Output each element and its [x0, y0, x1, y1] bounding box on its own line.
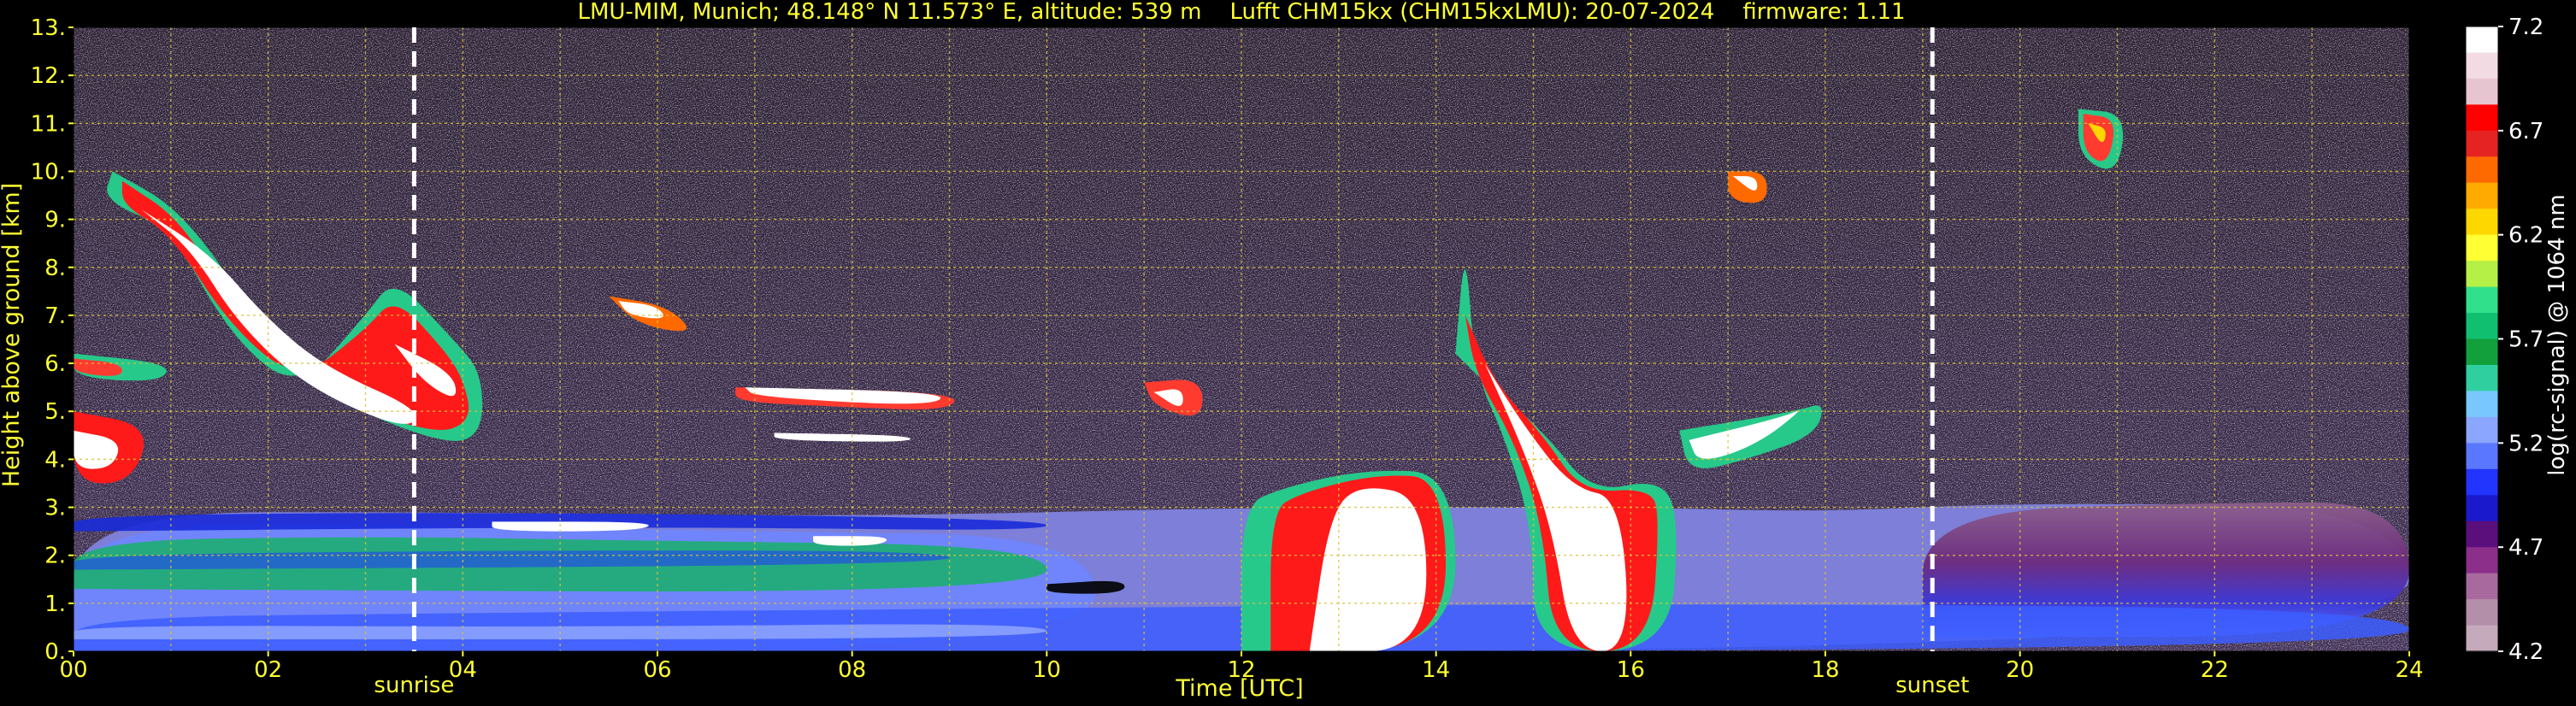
colorbar-segment [2466, 495, 2498, 522]
x-tick-label: 22 [2201, 657, 2229, 683]
colorbar-segment [2466, 234, 2498, 262]
y-tick-label: 13. [31, 15, 66, 41]
colorbar-segment [2466, 364, 2498, 392]
colorbar-segment [2466, 547, 2498, 574]
colorbar-segment [2466, 104, 2498, 132]
sunset-label: sunset [1895, 673, 1969, 698]
y-tick-label: 5. [44, 399, 66, 425]
colorbar-segment [2466, 338, 2498, 366]
colorbar-tick-label: 4.2 [2508, 639, 2544, 665]
y-tick-label: 4. [44, 447, 66, 473]
y-tick-label: 10. [31, 159, 66, 185]
colorbar-segment [2466, 443, 2498, 470]
colorbar-segment [2466, 261, 2498, 288]
x-tick-label: 10 [1033, 657, 1061, 683]
x-tick-label: 16 [1617, 657, 1645, 683]
colorbar-tick-label: 6.2 [2508, 223, 2544, 249]
y-tick-label: 2. [44, 544, 66, 569]
x-tick-label: 20 [2006, 657, 2034, 683]
colorbar-segment [2466, 209, 2498, 236]
colorbar-segment [2466, 286, 2498, 314]
y-tick-label: 6. [44, 351, 66, 377]
colorbar-segment [2466, 182, 2498, 209]
low-cloud-patch-0 [492, 521, 649, 532]
y-axis-label: Height above ground [km] [0, 183, 25, 487]
low-cloud-patch-1 [813, 536, 887, 546]
y-tick-label: 8. [44, 256, 66, 281]
x-tick-label: 04 [449, 657, 477, 683]
x-tick-label: 24 [2395, 657, 2423, 683]
colorbar-tick-label: 6.7 [2508, 119, 2544, 144]
colorbar-segment [2466, 391, 2498, 418]
x-tick-label: 00 [59, 657, 87, 683]
colorbar-segment [2466, 625, 2498, 652]
x-tick-label: 06 [643, 657, 671, 683]
y-tick-label: 9. [44, 208, 66, 233]
colorbar-segment [2466, 521, 2498, 548]
colorbar-segment [2466, 156, 2498, 184]
ceilometer-chart: sunrise sunset 0.1.2.3.4.5.6.7.8.9.10.11.… [0, 0, 2570, 702]
colorbar-tick-label: 5.2 [2508, 431, 2544, 456]
y-tick-label: 1. [44, 591, 66, 617]
sunrise-label: sunrise [374, 673, 454, 698]
colorbar-segment [2466, 599, 2498, 627]
chart-title: LMU-MIM, Munich; 48.148° N 11.573° E, al… [577, 0, 1905, 25]
colorbar-label: log(rc-signal) @ 1064 nm [2544, 194, 2570, 475]
y-tick-label: 12. [31, 63, 66, 89]
colorbar: 7.2 6.7 6.2 5.7 5.2 4.7 4.2 [2465, 15, 2544, 665]
x-tick-label: 02 [254, 657, 282, 683]
colorbar-segment [2466, 26, 2498, 54]
colorbar-segment [2466, 130, 2498, 157]
x-tick-label: 18 [1811, 657, 1839, 683]
y-tick-label: 7. [44, 303, 66, 329]
colorbar-segment [2466, 313, 2498, 340]
x-tick-label: 08 [838, 657, 866, 683]
colorbar-tick-label: 4.7 [2508, 535, 2544, 561]
colorbar-segment [2466, 78, 2498, 105]
colorbar-tick-label: 7.2 [2508, 15, 2544, 40]
x-tick-label: 14 [1422, 657, 1450, 683]
colorbar-segment [2466, 573, 2498, 600]
y-tick-label: 3. [44, 496, 66, 521]
y-axis: 0.1.2.3.4.5.6.7.8.9.10.11.12.13. [31, 15, 74, 665]
x-axis-label: Time [UTC] [1175, 675, 1303, 702]
colorbar-tick-label: 5.7 [2508, 327, 2544, 353]
colorbar-segment [2466, 468, 2498, 496]
colorbar-segment [2466, 52, 2498, 79]
colorbar-segment [2466, 416, 2498, 444]
y-tick-label: 11. [31, 111, 66, 137]
